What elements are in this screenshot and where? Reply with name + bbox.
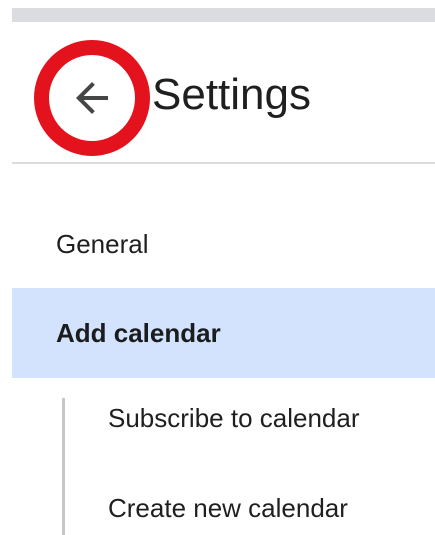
top-bar-strip	[12, 8, 435, 22]
header-divider	[12, 162, 435, 164]
nav-item-general[interactable]: General	[12, 214, 435, 274]
page-title: Settings	[152, 70, 311, 119]
arrow-left-icon	[76, 82, 108, 114]
settings-header: Settings	[12, 22, 435, 164]
nav-item-create-new-calendar[interactable]: Create new calendar	[12, 478, 435, 535]
nav-item-subscribe-to-calendar[interactable]: Subscribe to calendar	[12, 388, 435, 448]
nav-item-add-calendar[interactable]: Add calendar	[12, 288, 435, 378]
settings-page: Settings General Add calendar Subscribe …	[0, 0, 435, 535]
back-button[interactable]	[34, 40, 150, 156]
